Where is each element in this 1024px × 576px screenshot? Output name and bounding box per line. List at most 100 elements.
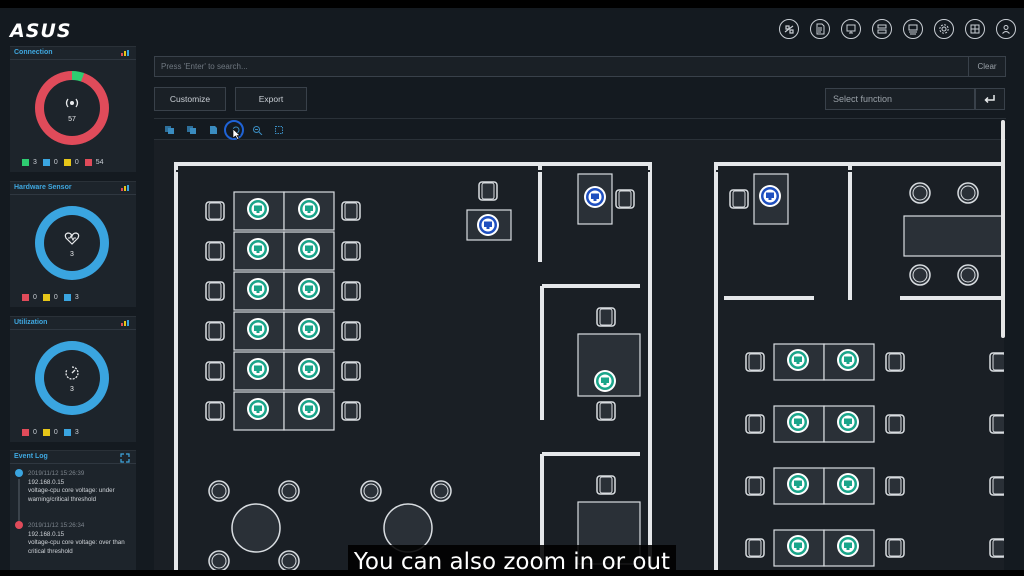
legend-item: 54 — [84, 159, 104, 166]
select-function-dropdown[interactable]: Select function — [825, 88, 975, 110]
expand-icon[interactable] — [120, 453, 130, 463]
legend-item: 0 — [22, 294, 37, 301]
export-button[interactable]: Export — [235, 87, 307, 111]
top-bar: ASUS — [0, 8, 1024, 50]
duplicate-icon[interactable] — [186, 125, 197, 135]
copy-icon[interactable] — [164, 125, 175, 135]
pc-device-icon[interactable] — [787, 535, 809, 557]
round-chair — [360, 480, 382, 502]
gauge-icon — [65, 366, 79, 380]
bar-chart-icon[interactable] — [121, 320, 130, 326]
hardware-sensor-panel: Hardware Sensor 3 0 0 3 — [10, 181, 136, 307]
pc-device-icon[interactable] — [837, 473, 859, 495]
round-chair — [430, 480, 452, 502]
pc-device-icon[interactable] — [837, 411, 859, 433]
globe-icon[interactable] — [965, 19, 985, 39]
panel-title: Hardware Sensor — [14, 184, 72, 191]
utilization-donut: 3 — [35, 341, 109, 415]
monitor-icon[interactable] — [903, 19, 923, 39]
round-chair — [278, 550, 300, 570]
legend-item: 3 — [63, 429, 79, 436]
gear-icon[interactable] — [934, 19, 954, 39]
chair — [885, 476, 905, 496]
bar-chart-icon[interactable] — [121, 50, 130, 56]
chair — [615, 189, 635, 209]
legend-item: 0 — [42, 159, 58, 166]
connection-value: 57 — [68, 116, 76, 123]
floor-plan — [174, 162, 1004, 570]
server-icon[interactable] — [872, 19, 892, 39]
round-chair — [957, 182, 979, 204]
chair — [341, 401, 361, 421]
legend-item: 3 — [63, 294, 79, 301]
round-chair — [208, 550, 230, 570]
document-icon[interactable] — [810, 19, 830, 39]
pc-device-icon[interactable] — [298, 398, 320, 420]
pc-device-icon[interactable] — [594, 370, 616, 392]
pc-device-icon[interactable] — [298, 358, 320, 380]
chair — [478, 181, 498, 201]
customize-button[interactable]: Customize — [154, 87, 226, 111]
chair — [989, 414, 1004, 434]
file-icon[interactable] — [208, 125, 219, 135]
pc-device-icon[interactable] — [787, 411, 809, 433]
pc-device-icon[interactable] — [298, 278, 320, 300]
pc-device-icon[interactable] — [837, 535, 859, 557]
zoom-out-icon[interactable] — [252, 125, 263, 135]
event-status-dot — [15, 521, 23, 529]
pc-device-icon[interactable] — [298, 318, 320, 340]
canvas-scrollbar[interactable] — [1001, 120, 1005, 338]
chair — [596, 475, 616, 495]
hardware-sensor-legend: 0 0 3 — [22, 294, 79, 301]
chair — [205, 401, 225, 421]
pc-device-icon[interactable] — [787, 473, 809, 495]
round-chair — [957, 264, 979, 286]
floor-plan-canvas[interactable] — [154, 140, 1004, 570]
pc-device-icon[interactable] — [247, 238, 269, 260]
chair — [341, 241, 361, 261]
asus-logo: ASUS — [10, 20, 72, 42]
bar-chart-icon[interactable] — [121, 185, 130, 191]
desk — [903, 215, 1004, 257]
chair — [989, 538, 1004, 558]
pc-device-icon-alert[interactable] — [759, 185, 781, 207]
chair — [989, 476, 1004, 496]
search-input[interactable]: Press 'Enter' to search... — [154, 56, 969, 77]
fit-screen-icon[interactable] — [274, 125, 285, 135]
chair — [729, 189, 749, 209]
pc-device-icon-alert[interactable] — [584, 186, 606, 208]
pc-device-icon-alert[interactable] — [477, 214, 499, 236]
event-item[interactable]: 2019/11/12 15:26:34 192.168.0.15 voltage… — [28, 522, 132, 556]
chair — [341, 281, 361, 301]
enter-button[interactable] — [975, 88, 1005, 110]
event-item[interactable]: 2019/11/12 15:26:39 192.168.0.15 voltage… — [28, 470, 132, 504]
pc-device-icon[interactable] — [247, 198, 269, 220]
device-icon[interactable] — [841, 19, 861, 39]
legend-item: 0 — [63, 159, 79, 166]
pc-device-icon[interactable] — [787, 349, 809, 371]
pc-device-icon[interactable] — [298, 238, 320, 260]
chair — [989, 352, 1004, 372]
user-icon[interactable] — [996, 19, 1016, 39]
chair — [596, 401, 616, 421]
video-caption: You can also zoom in or out — [348, 545, 676, 570]
chair — [205, 241, 225, 261]
chair — [205, 201, 225, 221]
pc-device-icon[interactable] — [298, 198, 320, 220]
pc-device-icon[interactable] — [247, 398, 269, 420]
pc-device-icon[interactable] — [837, 349, 859, 371]
pc-device-icon[interactable] — [247, 318, 269, 340]
round-table — [231, 503, 281, 553]
utilization-value: 3 — [70, 386, 74, 393]
pc-device-icon[interactable] — [247, 358, 269, 380]
network-icon[interactable] — [779, 19, 799, 39]
enter-icon — [984, 95, 995, 104]
chair — [205, 281, 225, 301]
clear-button[interactable]: Clear — [968, 56, 1006, 77]
app-window: ASUS Connection 57 3 0 0 54 Hardware Sen… — [0, 8, 1024, 570]
pc-device-icon[interactable] — [247, 278, 269, 300]
event-status-dot — [15, 469, 23, 477]
chair — [341, 361, 361, 381]
hardware-sensor-value: 3 — [70, 251, 74, 258]
chair — [341, 321, 361, 341]
